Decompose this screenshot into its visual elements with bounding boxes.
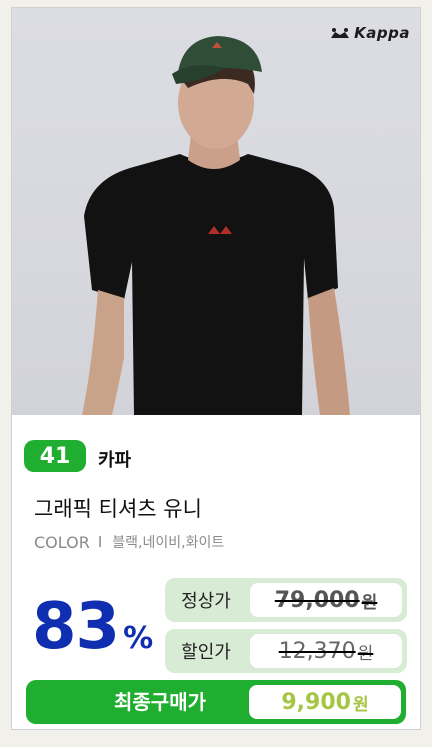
final-price-label: 최종구매가	[114, 690, 206, 714]
color-options: COLOR I 블랙,네이비,화이트	[34, 532, 224, 552]
sale-price-currency: 원	[357, 643, 374, 664]
color-label: COLOR	[34, 532, 90, 552]
model-photo-illustration	[82, 36, 350, 415]
sale-price-amount: 12,370	[278, 638, 356, 664]
final-price-amount: 9,900	[281, 689, 351, 715]
final-price-box[interactable]: 최종구매가 9,900 원	[26, 680, 406, 724]
sale-price-box: 할인가 12,370 원	[165, 629, 407, 673]
sale-price-label: 할인가	[181, 642, 231, 663]
brand-logo-text: Kappa	[354, 24, 410, 42]
sale-price-value: 12,370 원	[250, 634, 402, 668]
rank-badge: 41	[24, 440, 86, 472]
color-separator: I	[97, 533, 103, 551]
regular-price-currency: 원	[361, 592, 378, 613]
product-photo[interactable]: Kappa	[12, 8, 420, 415]
color-values: 블랙,네이비,화이트	[112, 535, 225, 551]
product-card[interactable]: Kappa 41 카파 그래픽 티셔츠 유니 COLOR I 블랙,네이비,화이…	[11, 7, 421, 730]
regular-price-box: 정상가 79,000 원	[165, 578, 407, 622]
kappa-logo-icon	[331, 28, 350, 38]
brand-logo: Kappa	[329, 24, 410, 42]
regular-price-amount: 79,000	[274, 587, 360, 613]
discount-value: 83	[32, 590, 120, 664]
discount-rate: 83 %	[32, 595, 153, 659]
final-price-currency: 원	[352, 694, 369, 715]
product-title[interactable]: 그래픽 티셔츠 유니	[34, 493, 202, 523]
discount-unit: %	[123, 621, 154, 656]
final-price-value: 9,900 원	[249, 685, 401, 719]
brand-name[interactable]: 카파	[98, 446, 131, 472]
regular-price-label: 정상가	[181, 591, 231, 612]
regular-price-value: 79,000 원	[250, 583, 402, 617]
